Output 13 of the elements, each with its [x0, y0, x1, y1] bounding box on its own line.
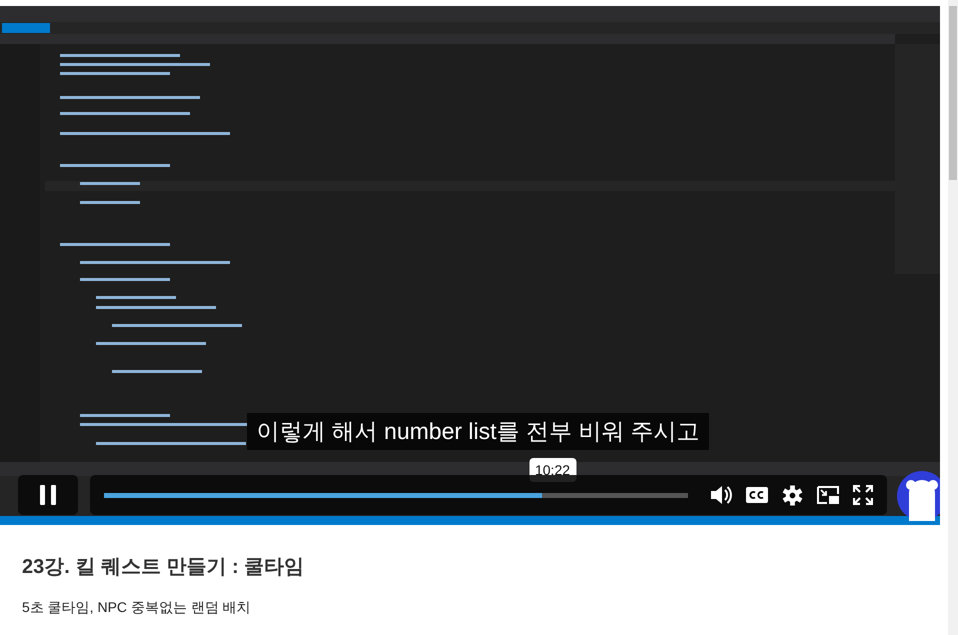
- progress-bar[interactable]: [104, 492, 688, 498]
- volume-icon[interactable]: [710, 485, 732, 505]
- pause-button[interactable]: [18, 475, 78, 515]
- lesson-description: 5초 쿨타임, NPC 중복없는 랜덤 배치: [22, 599, 252, 617]
- pause-icon: [40, 485, 56, 505]
- captions-icon[interactable]: [746, 487, 768, 503]
- lesson-title: 23강. 킬 퀘스트 만들기 : 쿨타임: [22, 555, 306, 580]
- subtitle-caption: 이렇게 해서 number list를 전부 비워 주시고: [247, 413, 709, 450]
- fullscreen-icon[interactable]: [853, 485, 873, 505]
- avatar-icon: [897, 471, 940, 521]
- settings-icon[interactable]: [782, 484, 803, 506]
- scrollbar[interactable]: [948, 0, 958, 635]
- picture-in-picture-icon[interactable]: [817, 486, 839, 504]
